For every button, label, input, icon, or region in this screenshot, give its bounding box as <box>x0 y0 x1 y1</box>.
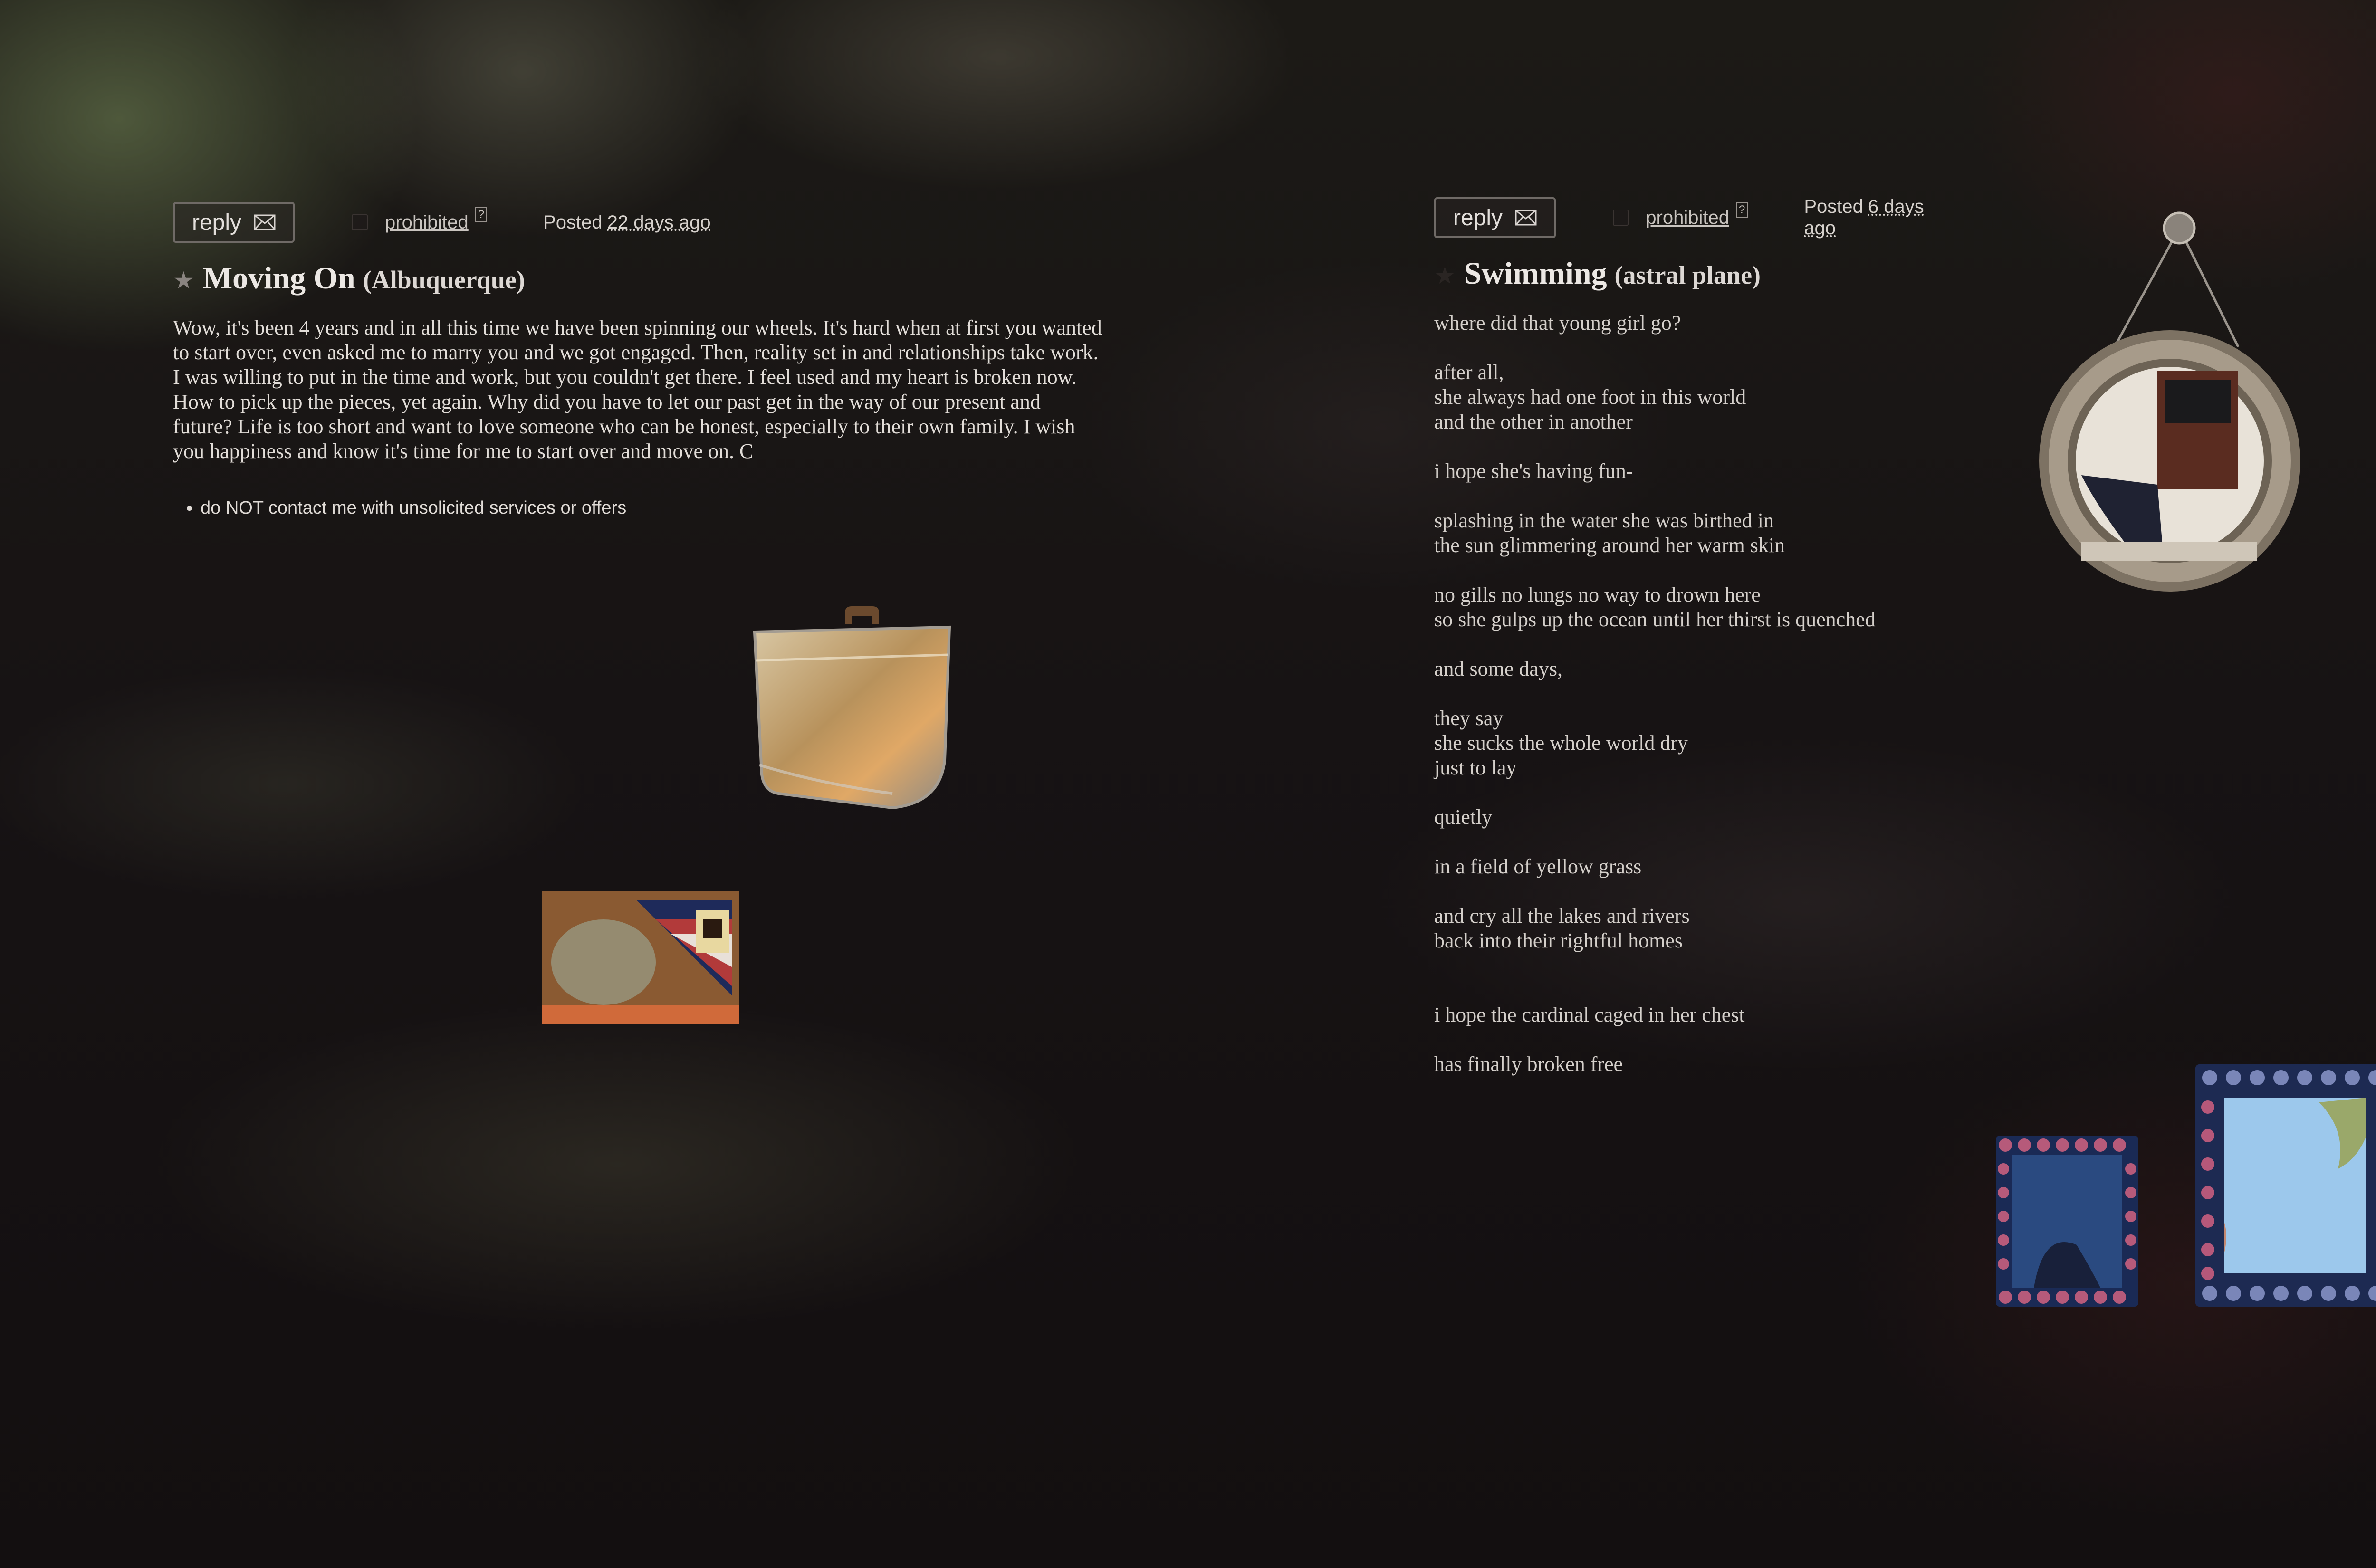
prohibited-link[interactable]: prohibited <box>385 212 469 233</box>
posted-label: Posted <box>543 211 603 233</box>
posted-info: Posted 6 days ago <box>1804 196 1957 239</box>
reply-button[interactable]: reply <box>173 202 295 243</box>
posted-info: Posted 22 days ago <box>543 212 710 233</box>
reply-button[interactable]: reply <box>1434 197 1556 238</box>
beaded-frame-large-image <box>2195 1064 2376 1307</box>
right-post-toolbar: reply prohibited ? Posted 6 days ago <box>1434 194 1957 241</box>
help-link[interactable]: ? <box>475 207 488 222</box>
poem-stanza: splashing in the water she was birthed i… <box>1434 509 1785 557</box>
star-icon[interactable]: ★ <box>1434 262 1456 289</box>
round-mirror-image <box>2039 209 2305 603</box>
post-body: Wow, it's been 4 years and in all this t… <box>173 316 1102 463</box>
poem-body: where did that young girl go? after all,… <box>1434 311 1957 1077</box>
poem-stanza: they say she sucks the whole world dry j… <box>1434 707 1688 779</box>
posted-time[interactable]: 22 days ago <box>607 212 711 233</box>
poem-stanza: i hope she's having fun- <box>1434 459 1633 483</box>
poem-stanza: quietly <box>1434 805 1493 829</box>
flag-display-photo <box>542 891 739 1024</box>
mail-icon <box>1515 210 1537 226</box>
reply-label: reply <box>192 210 242 235</box>
left-post: reply prohibited ? Posted 22 days ago ★ M… <box>173 199 1104 518</box>
flag-checkbox[interactable] <box>1613 210 1629 226</box>
post-title: Swimming <box>1464 256 1607 291</box>
post-location: (Albuquerque) <box>363 266 525 294</box>
help-link[interactable]: ? <box>1735 202 1748 218</box>
posted-label: Posted <box>1804 196 1863 217</box>
poem-stanza: and some days, <box>1434 657 1563 680</box>
poem-stanza: has finally broken free <box>1434 1052 1623 1076</box>
poem-stanza: in a field of yellow grass <box>1434 855 1642 878</box>
post-title-row: ★ Swimming (astral plane) <box>1434 256 1957 292</box>
post-title-row: ★ Moving On (Albuquerque) <box>173 260 1104 296</box>
poem-stanza: and cry all the lakes and rivers back in… <box>1434 904 1690 952</box>
suitcase-image <box>750 603 954 813</box>
beaded-frame-small-image <box>1996 1136 2138 1307</box>
notice-item: do NOT contact me with unsolicited servi… <box>201 498 1104 518</box>
poem-stanza: i hope the cardinal caged in her chest <box>1434 1003 1745 1026</box>
right-post: reply prohibited ? Posted 6 days ago ★ Sw… <box>1434 194 1957 1101</box>
reply-label: reply <box>1453 205 1503 230</box>
notice-list: do NOT contact me with unsolicited servi… <box>173 498 1104 518</box>
mail-icon <box>254 214 276 230</box>
poem-stanza: no gills no lungs no way to drown here s… <box>1434 583 1876 631</box>
post-location: (astral plane) <box>1614 261 1761 289</box>
poem-stanza: where did that young girl go? <box>1434 311 1681 335</box>
flag-checkbox[interactable] <box>352 214 368 230</box>
left-post-toolbar: reply prohibited ? Posted 22 days ago <box>173 199 1104 246</box>
poem-stanza: after all, she always had one foot in th… <box>1434 361 1746 433</box>
star-icon[interactable]: ★ <box>173 267 194 294</box>
prohibited-link[interactable]: prohibited <box>1646 207 1729 229</box>
post-title: Moving On <box>202 261 355 296</box>
